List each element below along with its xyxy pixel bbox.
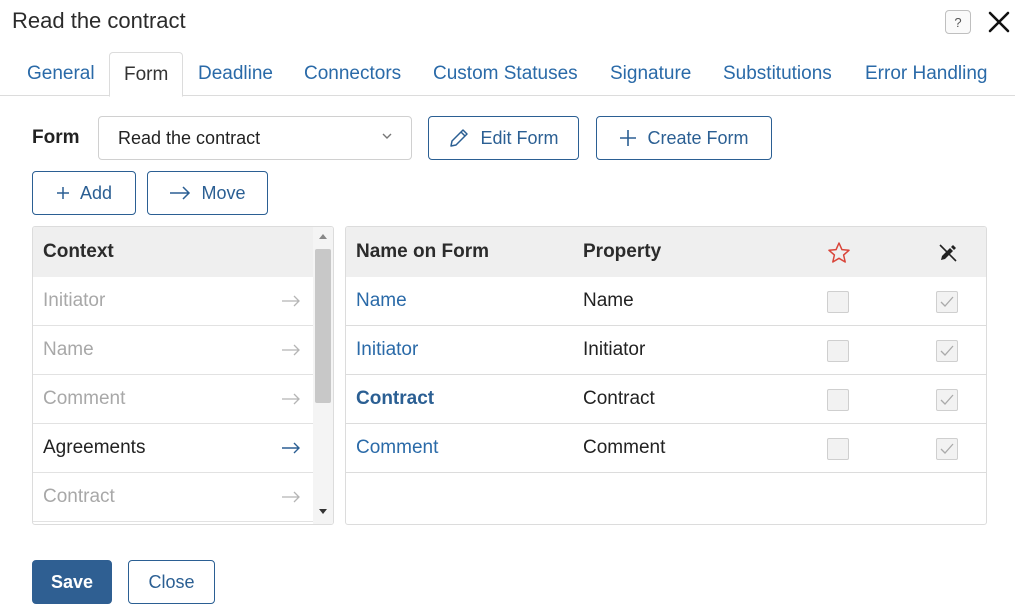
context-item-label: Initiator <box>43 290 106 311</box>
context-scrollbar[interactable] <box>313 227 333 524</box>
tab-error-handling[interactable]: Error Handling <box>865 52 988 96</box>
tab-substitutions[interactable]: Substitutions <box>723 52 832 96</box>
form-select-value: Read the contract <box>118 128 261 148</box>
field-name-link[interactable]: Comment <box>356 437 438 459</box>
create-form-label: Create Form <box>647 127 749 148</box>
column-property: Property <box>583 241 662 262</box>
arrow-right-icon[interactable] <box>281 343 301 357</box>
arrow-right-icon[interactable] <box>281 441 301 455</box>
context-panel: Context Initiator Name Comment Agreement… <box>32 226 334 525</box>
table-row[interactable]: Contract Contract <box>346 375 986 424</box>
context-item-agreements[interactable]: Agreements <box>33 424 313 473</box>
tab-deadline[interactable]: Deadline <box>198 52 273 96</box>
form-label: Form <box>32 127 80 148</box>
tab-signature[interactable]: Signature <box>610 52 691 96</box>
context-item-comment[interactable]: Comment <box>33 375 313 424</box>
arrow-right-icon[interactable] <box>281 392 301 406</box>
context-header: Context <box>33 227 313 277</box>
chevron-down-icon <box>382 133 392 139</box>
tab-connectors[interactable]: Connectors <box>304 52 401 96</box>
context-item-label: Contract <box>43 486 115 507</box>
field-property: Initiator <box>583 339 646 360</box>
tab-form[interactable]: Form <box>109 52 184 97</box>
scroll-thumb[interactable] <box>315 249 331 403</box>
readonly-checkbox[interactable] <box>936 389 958 411</box>
add-label: Add <box>79 182 113 203</box>
arrow-right-icon[interactable] <box>281 490 301 504</box>
create-form-button[interactable]: Create Form <box>596 116 772 160</box>
field-property: Comment <box>583 437 666 458</box>
checkmark-icon <box>940 296 954 307</box>
help-button[interactable]: ? <box>945 10 971 34</box>
close-icon <box>988 11 1010 33</box>
star-icon <box>828 242 850 263</box>
context-item-initiator[interactable]: Initiator <box>33 277 313 326</box>
context-item-contract[interactable]: Contract <box>33 473 313 522</box>
readonly-checkbox[interactable] <box>936 340 958 362</box>
plus-icon <box>56 187 69 199</box>
form-fields-table: Name on Form Property Name Name Initiato… <box>345 226 987 525</box>
table-row[interactable]: Name Name <box>346 277 986 326</box>
required-checkbox[interactable] <box>827 389 849 411</box>
table-header: Name on Form Property <box>346 227 986 277</box>
pen-crossed-icon <box>939 244 957 262</box>
tab-general[interactable]: General <box>27 52 95 96</box>
field-name-link[interactable]: Name <box>356 290 407 312</box>
close-button[interactable]: Close <box>128 560 215 604</box>
arrow-right-icon[interactable] <box>281 294 301 308</box>
move-button[interactable]: Move <box>147 171 268 215</box>
required-checkbox[interactable] <box>827 291 849 313</box>
tab-bar: General Form Deadline Connectors Custom … <box>0 52 1015 97</box>
edit-form-label: Edit Form <box>480 127 559 148</box>
context-item-label: Comment <box>43 388 126 409</box>
edit-form-button[interactable]: Edit Form <box>428 116 579 160</box>
move-label: Move <box>201 182 246 203</box>
plus-icon <box>620 130 637 146</box>
scroll-up-icon[interactable] <box>319 233 327 239</box>
field-property: Contract <box>583 388 655 409</box>
context-item-name[interactable]: Name <box>33 326 313 375</box>
field-name-link[interactable]: Initiator <box>356 339 418 361</box>
field-name-link[interactable]: Contract <box>356 388 434 410</box>
table-row[interactable]: Comment Comment <box>346 424 986 473</box>
save-button[interactable]: Save <box>32 560 112 604</box>
question-icon: ? <box>954 14 962 30</box>
readonly-checkbox[interactable] <box>936 291 958 313</box>
checkmark-icon <box>940 443 954 454</box>
column-name-on-form: Name on Form <box>356 241 490 262</box>
pencil-icon <box>450 129 469 147</box>
field-property: Name <box>583 290 634 311</box>
form-select[interactable]: Read the contract <box>98 116 412 160</box>
context-item-label: Agreements <box>43 437 146 458</box>
dialog-title: Read the contract <box>12 8 186 33</box>
close-dialog-button[interactable] <box>985 8 1013 36</box>
table-row[interactable]: Initiator Initiator <box>346 326 986 375</box>
readonly-checkbox[interactable] <box>936 438 958 460</box>
scroll-down-icon[interactable] <box>319 509 327 515</box>
context-item-label: Name <box>43 339 94 360</box>
checkmark-icon <box>940 345 954 356</box>
add-button[interactable]: Add <box>32 171 136 215</box>
arrow-right-icon <box>170 186 191 200</box>
required-checkbox[interactable] <box>827 340 849 362</box>
required-checkbox[interactable] <box>827 438 849 460</box>
tab-custom-statuses[interactable]: Custom Statuses <box>433 52 578 96</box>
checkmark-icon <box>940 394 954 405</box>
